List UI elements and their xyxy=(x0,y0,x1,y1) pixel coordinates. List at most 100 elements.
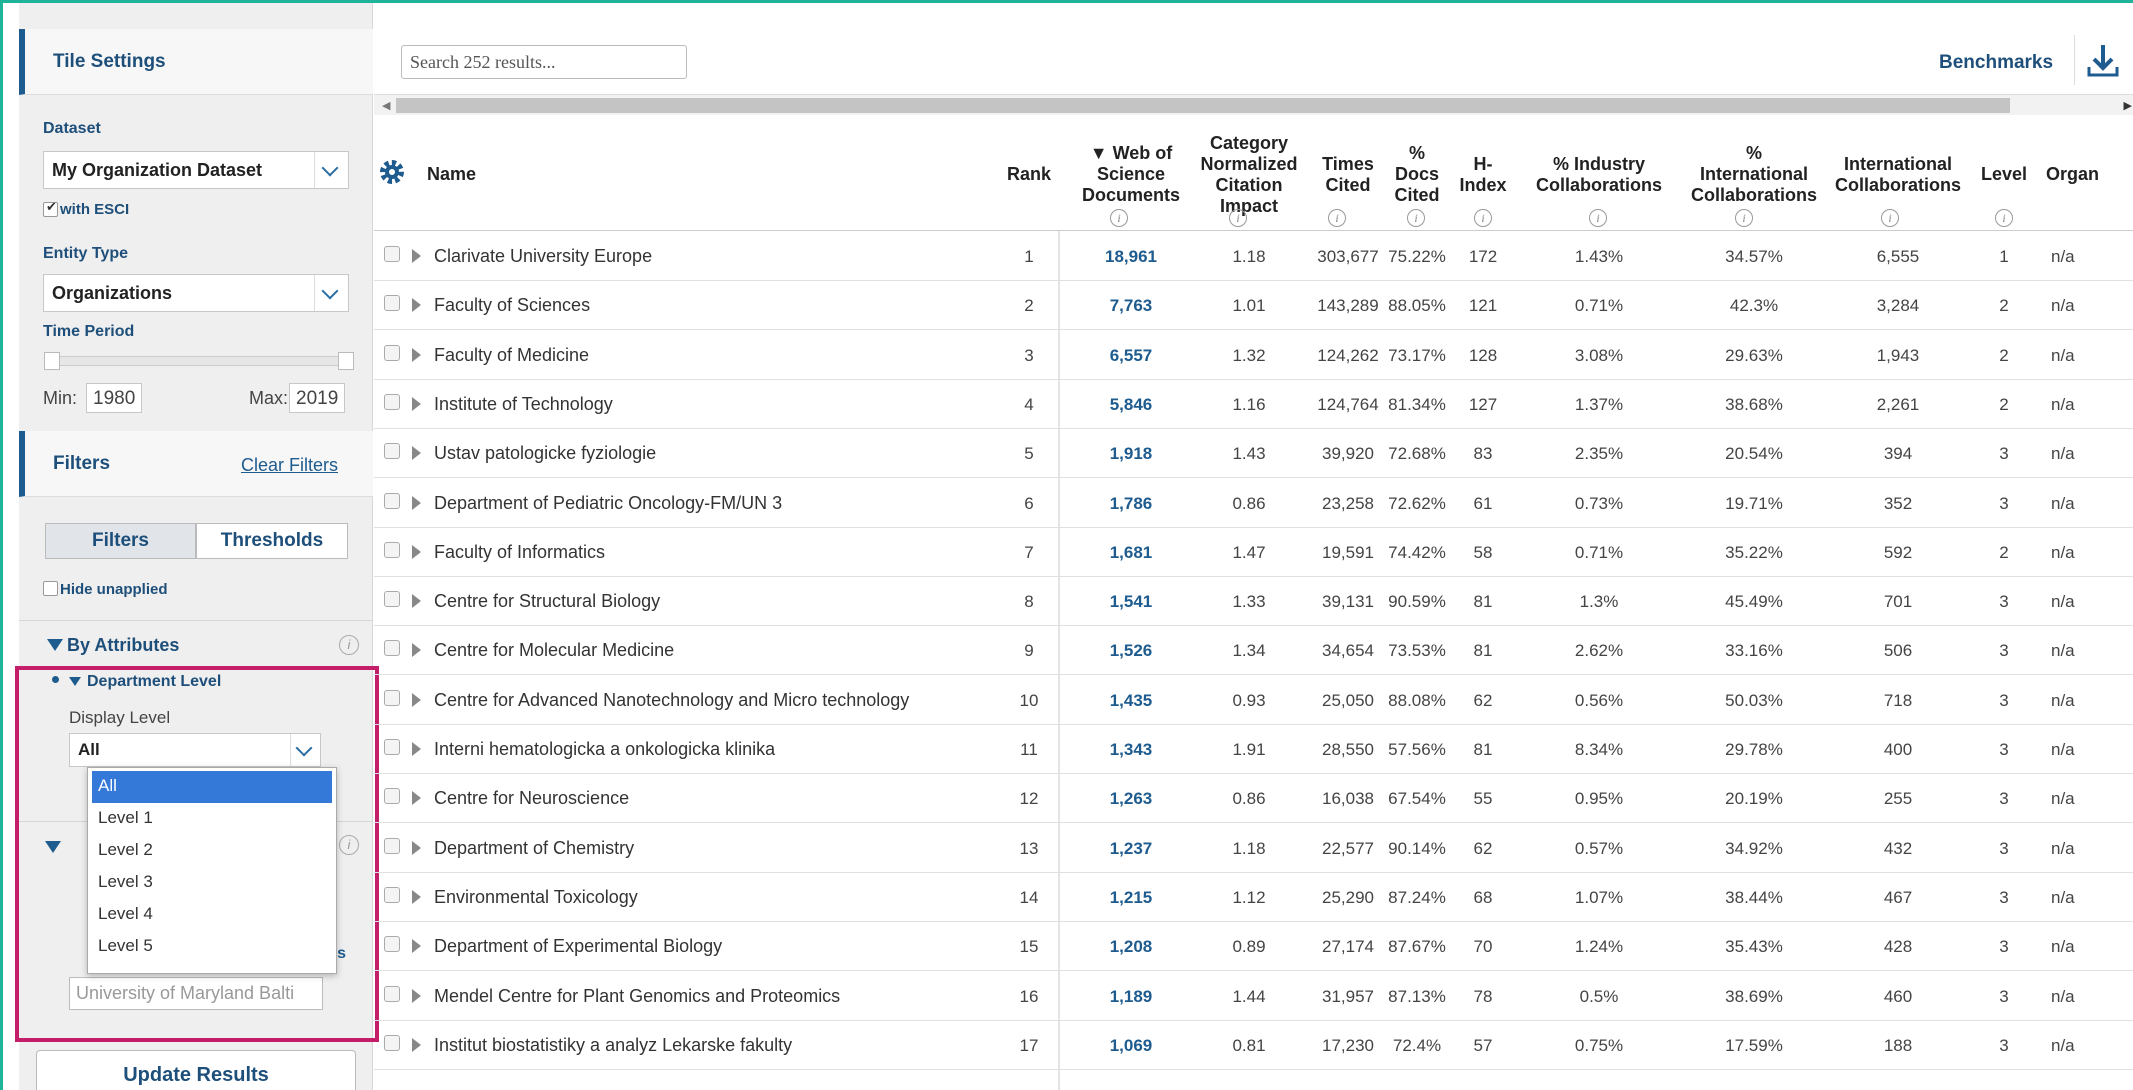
expand-row-icon[interactable] xyxy=(412,495,421,510)
row-checkbox[interactable] xyxy=(384,295,400,312)
table-row[interactable]: Centre for Molecular Medicine 9 1,526 1.34 3… xyxy=(374,626,2133,676)
row-checkbox[interactable] xyxy=(384,1034,400,1051)
time-period-slider[interactable] xyxy=(44,352,354,370)
cell-wos[interactable]: 1,786 xyxy=(1064,494,1198,514)
info-icon[interactable]: i xyxy=(1995,209,2013,227)
row-name[interactable]: Institute of Technology xyxy=(434,394,613,415)
expand-row-icon[interactable] xyxy=(412,988,421,1003)
row-name[interactable]: Faculty of Informatics xyxy=(434,542,605,563)
col-header-h-index[interactable]: H- Index xyxy=(1450,154,1516,196)
row-checkbox[interactable] xyxy=(384,739,400,755)
row-name[interactable]: Ustav patologicke fyziologie xyxy=(434,443,656,464)
col-header-industry[interactable]: % Industry Collaborations xyxy=(1516,154,1682,196)
expand-row-icon[interactable] xyxy=(412,742,421,756)
collapse-triangle-icon[interactable] xyxy=(47,639,63,651)
benchmarks-link[interactable]: Benchmarks xyxy=(1939,52,2053,74)
slider-min-handle[interactable] xyxy=(44,352,60,370)
expand-row-icon[interactable] xyxy=(412,446,421,461)
info-icon[interactable]: i xyxy=(1735,209,1753,227)
row-name[interactable]: Centre for Advanced Nanotechnology and M… xyxy=(434,690,909,711)
table-row[interactable]: Faculty of Sciences 2 7,763 1.01 143,289 88.0… xyxy=(374,281,2133,331)
expand-row-icon[interactable] xyxy=(412,692,421,707)
row-checkbox[interactable] xyxy=(384,541,400,558)
row-name[interactable]: Department of Experimental Biology xyxy=(434,936,722,957)
tab-thresholds[interactable]: Thresholds xyxy=(196,523,348,559)
cell-wos[interactable]: 1,435 xyxy=(1064,691,1198,711)
tile-settings-header[interactable]: Tile Settings xyxy=(19,29,373,95)
scroll-left-icon[interactable]: ◀ xyxy=(382,99,390,112)
table-row[interactable]: Institut biostatistiky a analyz Lekarske… xyxy=(374,1021,2133,1070)
col-header-times-cited[interactable]: Times Cited xyxy=(1308,154,1388,196)
cell-wos[interactable]: 1,343 xyxy=(1064,740,1198,760)
cell-wos[interactable]: 1,189 xyxy=(1064,987,1198,1007)
table-row[interactable]: Clarivate University Europe 1 18,961 1.18 30… xyxy=(374,232,2133,281)
table-row[interactable]: Department of Pediatric Oncology-FM/UN 3… xyxy=(374,479,2133,528)
row-name[interactable]: Mendel Centre for Plant Genomics and Pro… xyxy=(434,986,840,1007)
expand-row-icon[interactable] xyxy=(412,1037,421,1052)
with-esci-checkbox[interactable]: ✔ xyxy=(43,199,58,217)
table-row[interactable]: Institute of Technology 4 5,846 1.16 124,764… xyxy=(374,380,2133,429)
table-row[interactable]: Department of Experimental Biology 15 1,20… xyxy=(374,922,2133,972)
info-icon[interactable]: i xyxy=(1328,209,1346,227)
expand-row-icon[interactable] xyxy=(412,643,421,658)
col-header-rank[interactable]: Rank xyxy=(994,164,1064,185)
table-row[interactable]: Faculty of Medicine 3 6,557 1.32 124,262 73.1… xyxy=(374,331,2133,380)
expand-row-icon[interactable] xyxy=(412,939,421,954)
slider-max-handle[interactable] xyxy=(338,352,354,370)
gear-icon[interactable] xyxy=(378,158,406,191)
info-icon[interactable]: i xyxy=(339,635,359,655)
col-header-intl[interactable]: International Collaborations xyxy=(1826,154,1970,196)
col-header-intl-pct[interactable]: % International Collaborations xyxy=(1682,143,1826,206)
row-checkbox[interactable] xyxy=(384,640,400,657)
expand-row-icon[interactable] xyxy=(412,249,421,263)
download-icon[interactable] xyxy=(2074,35,2130,85)
info-icon[interactable]: i xyxy=(1881,209,1899,227)
entity-type-select[interactable]: Organizations xyxy=(43,274,349,312)
col-header-cnci[interactable]: Category Normalized Citation Impact xyxy=(1189,133,1309,217)
table-row[interactable]: Mendel Centre for Plant Genomics and Pro… xyxy=(374,972,2133,1021)
expand-row-icon[interactable] xyxy=(412,840,421,855)
info-icon[interactable]: i xyxy=(1474,209,1492,227)
clear-filters-link[interactable]: Clear Filters xyxy=(241,455,338,476)
update-results-button[interactable]: Update Results xyxy=(36,1050,356,1090)
row-name[interactable]: Clarivate University Europe xyxy=(434,246,652,267)
expand-row-icon[interactable] xyxy=(412,594,421,609)
row-checkbox[interactable] xyxy=(384,393,400,410)
table-row[interactable]: Centre for Structural Biology 8 1,541 1.33 3… xyxy=(374,577,2133,627)
dataset-select[interactable]: My Organization Dataset xyxy=(43,151,349,189)
col-header-organization[interactable]: Organ xyxy=(2046,164,2133,185)
info-icon[interactable]: i xyxy=(1407,209,1425,227)
row-name[interactable]: Department of Chemistry xyxy=(434,838,634,859)
search-input[interactable]: Search 252 results... xyxy=(401,45,687,79)
cell-wos[interactable]: 1,526 xyxy=(1064,641,1198,661)
row-checkbox[interactable] xyxy=(384,689,400,706)
row-name[interactable]: Environmental Toxicology xyxy=(434,887,638,908)
row-checkbox[interactable] xyxy=(384,936,400,953)
cell-wos[interactable]: 6,557 xyxy=(1064,346,1198,366)
expand-row-icon[interactable] xyxy=(412,347,421,362)
row-checkbox[interactable] xyxy=(384,246,400,262)
row-name[interactable]: Centre for Molecular Medicine xyxy=(434,640,674,661)
row-checkbox[interactable] xyxy=(384,492,400,509)
info-icon[interactable]: i xyxy=(1229,209,1247,227)
cell-wos[interactable]: 1,263 xyxy=(1064,789,1198,809)
col-header-name[interactable]: Name xyxy=(427,164,476,185)
min-year-input[interactable]: 1980 xyxy=(86,383,142,413)
cell-wos[interactable]: 1,069 xyxy=(1064,1036,1198,1056)
cell-wos[interactable]: 1,541 xyxy=(1064,592,1198,612)
row-checkbox[interactable] xyxy=(384,985,400,1002)
cell-wos[interactable]: 1,918 xyxy=(1064,444,1198,464)
col-header-wos[interactable]: ▼ Web of Science Documents xyxy=(1064,143,1198,206)
row-checkbox[interactable] xyxy=(384,591,400,608)
cell-wos[interactable]: 1,237 xyxy=(1064,839,1198,859)
cell-wos[interactable]: 7,763 xyxy=(1064,296,1198,316)
row-name[interactable]: Department of Pediatric Oncology-FM/UN 3 xyxy=(434,493,782,514)
table-row[interactable]: Interni hematologicka a onkologicka klin… xyxy=(374,725,2133,774)
row-name[interactable]: Faculty of Medicine xyxy=(434,345,589,366)
table-row[interactable]: Ustav patologicke fyziologie 5 1,918 1.43 39… xyxy=(374,429,2133,479)
row-checkbox[interactable] xyxy=(384,886,400,903)
table-row[interactable]: Centre for Advanced Nanotechnology and M… xyxy=(374,676,2133,725)
row-checkbox[interactable] xyxy=(384,443,400,460)
max-year-input[interactable]: 2019 xyxy=(289,383,345,413)
horizontal-scrollbar[interactable]: ◀ ▶ xyxy=(374,95,2133,115)
